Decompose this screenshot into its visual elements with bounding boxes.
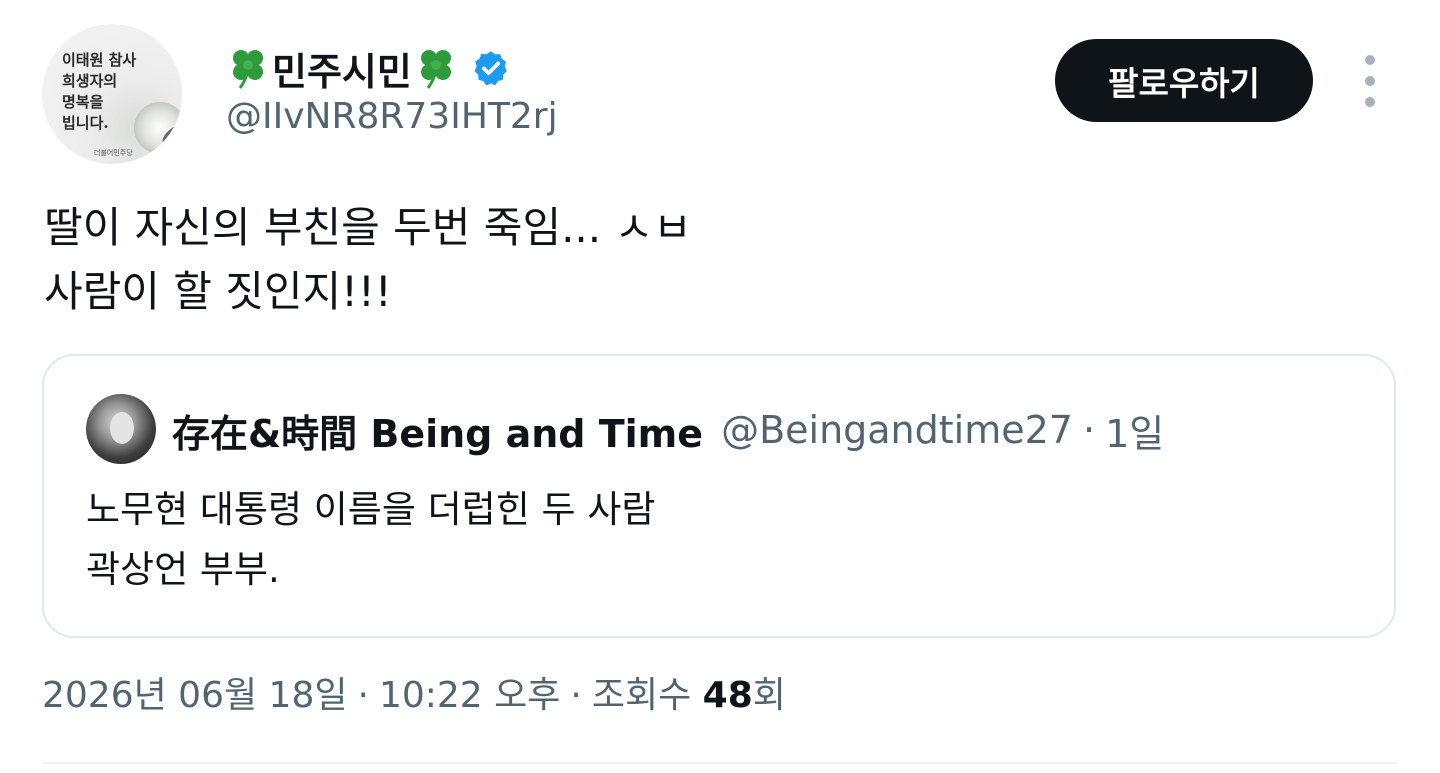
avatar-text-line: 희생자의 — [62, 72, 118, 90]
four-leaf-clover-icon — [420, 50, 451, 89]
quoted-tweet-card[interactable]: 存在&時間 Being and Time @Beingandtime27 · 1… — [42, 354, 1396, 638]
author-handle[interactable]: @IIvNR8R73IHT2rj — [226, 96, 558, 137]
avatar-text-line: 이태원 참사 — [62, 51, 137, 69]
views-suffix: 회 — [752, 675, 786, 716]
follow-button[interactable]: 팔로우하기 — [1055, 39, 1313, 122]
author-name-row[interactable]: 민주시민 — [226, 38, 510, 98]
author-display-name[interactable]: 민주시민 — [272, 41, 412, 96]
avatar-face — [110, 412, 134, 444]
tweet-time[interactable]: 10:22 오후 — [379, 675, 560, 716]
quoted-tweet-text: 노무현 대통령 이름을 더럽힌 두 사람 곽상언 부부. — [86, 488, 656, 591]
more-dot — [1365, 55, 1375, 65]
more-dot — [1365, 97, 1375, 107]
quoted-author-name[interactable]: 存在&時間 Being and Time — [172, 403, 703, 458]
author-avatar[interactable]: 이태원 참사 희생자의 명복을 빕니다. 더불어민주당 — [42, 24, 182, 164]
tweet-text: 딸이 자신의 부친을 두번 죽임... ㅅㅂ 사람이 할 짓인지!!! — [44, 203, 692, 316]
separator-dot: · — [1082, 408, 1096, 452]
verified-badge-icon — [474, 51, 507, 86]
avatar-text-line: 빕니다. — [62, 114, 109, 132]
avatar-text-line: 명복을 — [62, 93, 104, 111]
more-dot — [1365, 76, 1375, 86]
separator-dot: · — [570, 675, 582, 716]
views-count: 48 — [702, 675, 753, 716]
separator-dot: · — [357, 675, 369, 716]
divider — [42, 762, 1398, 764]
avatar-text: 이태원 참사 희생자의 명복을 빕니다. — [62, 50, 136, 134]
tweet-date[interactable]: 2026년 06월 18일 — [42, 675, 347, 716]
tweet-meta: 2026년 06월 18일 · 10:22 오후 · 조회수 48회 — [42, 666, 786, 718]
quoted-tweet-time[interactable]: 1일 — [1105, 403, 1164, 458]
quoted-tweet-header: 存在&時間 Being and Time @Beingandtime27 · 1… — [172, 402, 1164, 458]
more-options-icon[interactable] — [1356, 55, 1384, 107]
quoted-author-handle[interactable]: @Beingandtime27 — [721, 408, 1073, 452]
four-leaf-clover-icon — [233, 50, 263, 89]
avatar-org-text: 더불어민주당 — [94, 149, 133, 157]
views-label: 조회수 — [591, 675, 692, 716]
quoted-author-avatar[interactable] — [86, 394, 156, 464]
